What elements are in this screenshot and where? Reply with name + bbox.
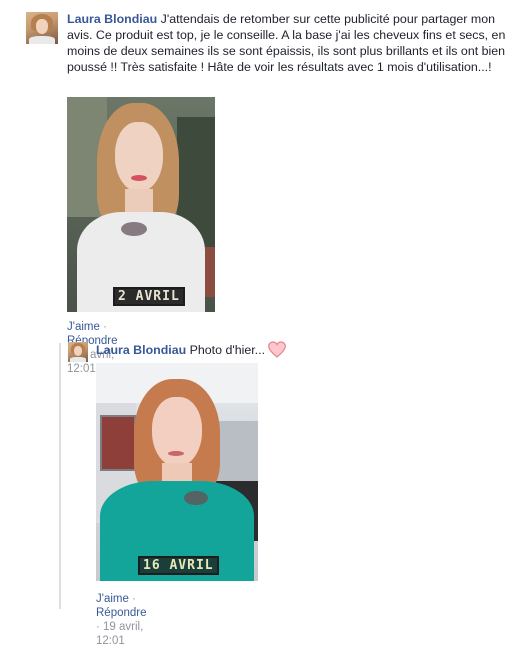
- comment-author[interactable]: Laura Blondiau: [67, 12, 157, 26]
- separator: ·: [132, 593, 136, 605]
- photo-date-stamp: 2 AVRIL: [113, 287, 185, 306]
- comment-body: Laura Blondiau J'attendais de retomber s…: [67, 11, 507, 75]
- avatar[interactable]: [68, 342, 88, 362]
- reply-body: Laura Blondiau Photo d'hier...: [96, 342, 396, 358]
- reply-text: Photo d'hier...: [186, 343, 266, 357]
- reply-author[interactable]: Laura Blondiau: [96, 343, 186, 357]
- heart-icon: [268, 341, 286, 358]
- comment-photo[interactable]: 2 AVRIL: [67, 97, 215, 312]
- separator: ·: [96, 621, 104, 633]
- reply-timestamp[interactable]: 19 avril, 12:01: [96, 621, 143, 647]
- avatar[interactable]: [26, 12, 58, 44]
- like-link[interactable]: J'aime: [96, 593, 129, 605]
- photo-date-stamp: 16 AVRIL: [138, 556, 219, 575]
- reply-thread-line: [59, 343, 61, 609]
- separator: ·: [103, 321, 107, 333]
- reply-photo[interactable]: 16 AVRIL: [96, 363, 258, 581]
- like-link[interactable]: J'aime: [67, 321, 100, 333]
- reply-actions: J'aime · Répondre · 19 avril, 12:01: [96, 592, 147, 648]
